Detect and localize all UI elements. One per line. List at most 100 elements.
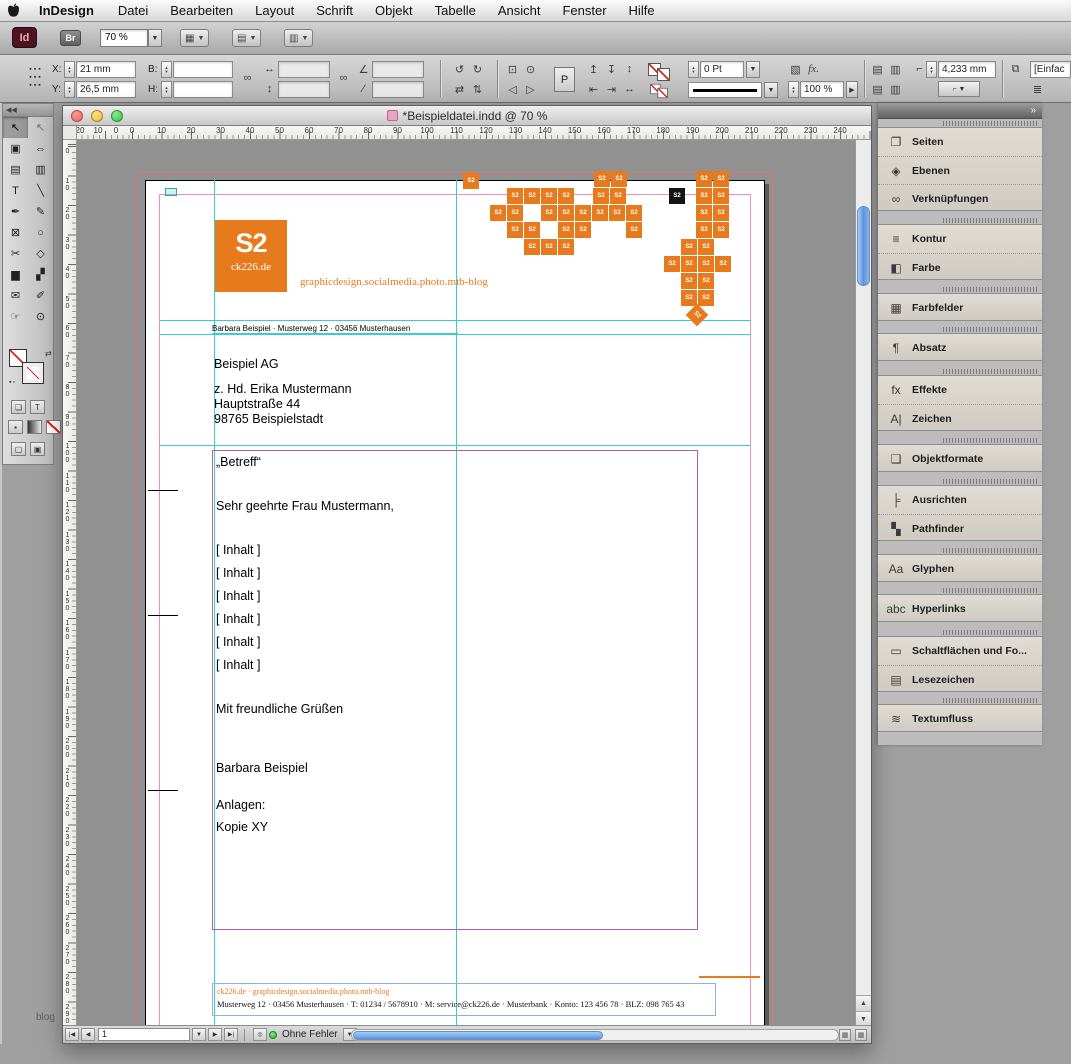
text-wrap-skip-icon[interactable]: ▥ [888,81,903,97]
align-bottom-icon[interactable]: ↧ [604,61,619,77]
default-fill-stroke-icon[interactable]: ▪▫ [9,379,16,386]
panel-item-hyperlinks[interactable]: abcHyperlinks [878,595,1042,623]
stroke-swatch[interactable] [23,363,43,383]
screen-mode-button[interactable]: ▤▼ [232,29,261,47]
page-dropdown[interactable]: ▼ [192,1028,206,1041]
pen-tool[interactable]: ✒ [3,201,28,222]
corner-shape-dropdown[interactable]: ⌐ ▼ [938,81,980,97]
panel-item-absatz[interactable]: ¶Absatz [878,334,1042,362]
panel-item-farbe[interactable]: ◧Farbe [878,253,1042,281]
hand-tool[interactable]: ☞ [3,306,28,327]
formatting-affects-container-button[interactable]: ❏ [11,400,26,414]
stroke-weight-field[interactable]: 0 Pt [700,61,744,78]
direct-selection-tool[interactable]: ↖ [28,117,53,138]
gradient-feather-tool[interactable]: ▞ [28,264,53,285]
apply-color-button[interactable]: ▪ [8,420,23,434]
panel-item-lesezeichen[interactable]: ▤Lesezeichen [878,665,1042,693]
free-transform-tool[interactable]: ◇ [28,243,53,264]
resize-grip-icon[interactable]: ▦ [855,1029,867,1041]
height-stepper[interactable] [161,81,172,98]
y-field[interactable]: 26,5 mm [76,81,136,98]
dock-header[interactable]: » [878,103,1042,119]
object-style-icon[interactable]: ⧉ [1008,61,1023,77]
menu-objekt[interactable]: Objekt [364,3,424,18]
logo-frame[interactable]: S2 ck226.de [215,220,287,292]
panel-item-farbfelder[interactable]: ▦Farbfelder [878,294,1042,322]
stroke-weight-dropdown[interactable]: ▼ [746,61,760,78]
width-field[interactable] [173,61,233,78]
expand-panels-icon[interactable]: » [1030,105,1036,116]
vertical-scroll-thumb[interactable] [857,206,870,286]
horizontal-scrollbar[interactable] [351,1029,839,1041]
fill-stroke-proxy[interactable] [648,63,670,81]
zoom-level-field[interactable]: 70 % [100,29,148,47]
recipient-address-frame[interactable]: Beispiel AGz. Hd. Erika MustermannHaupts… [214,357,434,427]
panel-item-verkn-pfungen[interactable]: ∞Verknüpfungen [878,184,1042,212]
page-tool[interactable]: ▣ [3,138,28,159]
rotate-ccw-icon[interactable]: ↺ [452,61,467,77]
scale-x-field[interactable] [278,61,330,78]
selection-tool[interactable]: ↖ [3,117,28,138]
text-wrap-none-icon[interactable]: ▤ [870,61,885,77]
menu-hilfe[interactable]: Hilfe [618,3,666,18]
width-stepper[interactable] [161,61,172,78]
flip-vertical-icon[interactable]: ⇅ [470,81,485,97]
corner-radius-stepper[interactable] [926,61,937,78]
view-options-button[interactable]: ▦▼ [180,29,209,47]
zoom-tool[interactable]: ⊙ [28,306,53,327]
rotation-angle-field[interactable] [372,61,424,78]
zoom-dropdown-icon[interactable]: ▼ [148,29,162,47]
footer-frame[interactable]: ck226.de · graphicdesign.socialmedia.pho… [212,983,716,1016]
panel-item-ausrichten[interactable]: ╞Ausrichten [878,486,1042,514]
bridge-button[interactable]: Br [60,30,81,46]
ruler-guide[interactable] [159,445,751,446]
panel-item-kontur[interactable]: ≡Kontur [878,225,1042,253]
position-badge[interactable]: P [554,67,575,92]
eyedropper-tool[interactable]: ✐ [28,285,53,306]
select-next-icon[interactable]: ▷ [523,81,538,97]
preflight-icon[interactable]: ◎ [253,1028,267,1041]
panel-item-ebenen[interactable]: ◈Ebenen [878,156,1042,184]
gradient-tool[interactable]: ▆ [3,264,28,285]
fill-stroke-proxy-small[interactable] [650,84,668,98]
x-field[interactable]: 21 mm [76,61,136,78]
shear-angle-field[interactable] [372,81,424,98]
x-stepper[interactable] [64,61,75,78]
text-wrap-jump-icon[interactable]: ▤ [870,81,885,97]
menu-layout[interactable]: Layout [244,3,305,18]
vertical-ruler[interactable]: 0102030405060708090100110120130140150160… [63,140,77,1027]
type-tool[interactable]: T [3,180,28,201]
content-collector-tool[interactable]: ▤ [3,159,28,180]
first-page-button[interactable]: |◀ [65,1028,79,1041]
rotate-cw-icon[interactable]: ↻ [470,61,485,77]
select-content-icon[interactable]: ⊙ [523,61,538,77]
pasteboard[interactable]: S2 ck226.de graphicdesign.socialmedia.ph… [77,140,857,1027]
menu-tabelle[interactable]: Tabelle [424,3,487,18]
next-page-button[interactable]: ▶ [208,1028,222,1041]
menu-datei[interactable]: Datei [107,3,159,18]
horizontal-ruler[interactable]: 2010001020304050607080901001101201301401… [77,126,871,140]
sender-line-frame[interactable]: Barbara Beispiel · Musterweg 12 · 03456 … [212,320,458,334]
fx-button[interactable]: fx. [806,61,821,77]
align-vertical-icon[interactable]: ↕ [622,61,637,77]
swap-fill-stroke-icon[interactable]: ⇄ [45,349,52,358]
panel-item-objektformate[interactable]: ❑Objektformate [878,445,1042,473]
link-scale-icon[interactable]: ∞ [336,70,351,86]
y-stepper[interactable] [64,81,75,98]
panel-menu-icon[interactable]: ≣ [1030,81,1045,97]
opacity-dropdown[interactable]: ▶ [846,81,858,98]
panel-item-textumfluss[interactable]: ≋Textumfluss [878,705,1042,733]
preview-mode-button[interactable]: ▣ [30,442,45,456]
constrain-proportions-icon[interactable]: ∞ [240,70,255,86]
align-top-icon[interactable]: ↥ [586,61,601,77]
last-page-button[interactable]: ▶| [224,1028,238,1041]
split-view-icon[interactable]: ▦ [839,1029,851,1041]
note-tool[interactable]: ✉ [3,285,28,306]
pencil-tool[interactable]: ✎ [28,201,53,222]
flip-horizontal-icon[interactable]: ⇄ [452,81,467,97]
panel-item-pathfinder[interactable]: ▚Pathfinder [878,514,1042,542]
line-tool[interactable]: ╲ [28,180,53,201]
ruler-guide[interactable] [159,334,751,335]
panel-item-zeichen[interactable]: A|Zeichen [878,404,1042,432]
ruler-origin-box[interactable] [63,126,77,140]
